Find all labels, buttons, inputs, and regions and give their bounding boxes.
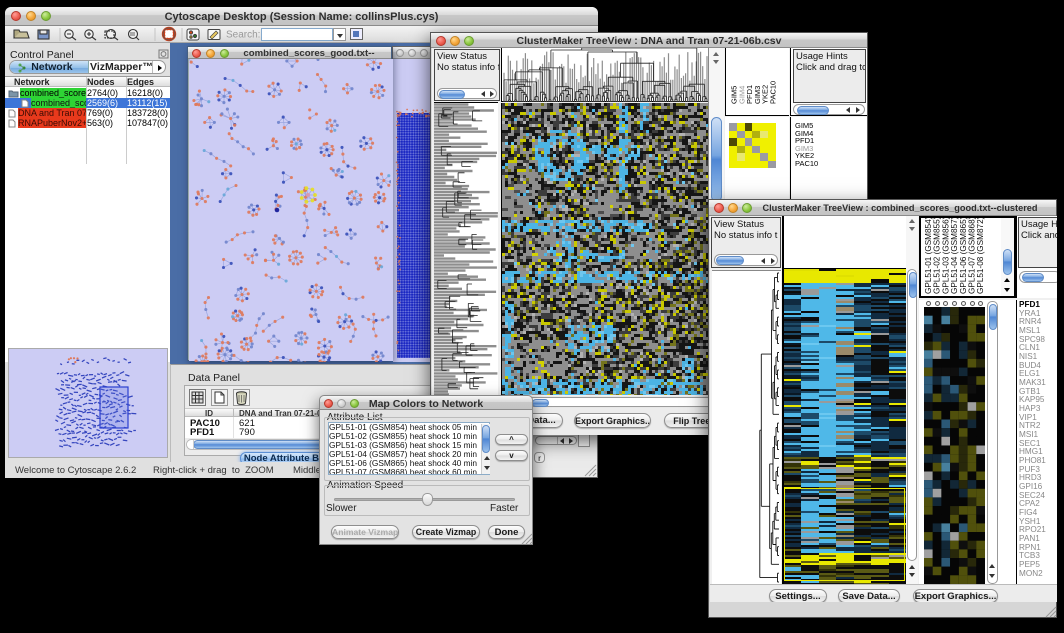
svg-text:GPL51-03 (GSM856): GPL51-03 (GSM856) bbox=[941, 218, 950, 294]
svg-text:GPL51-06 (GSM865): GPL51-06 (GSM865) bbox=[959, 218, 968, 294]
svg-text:GPL51-02 (GSM855): GPL51-02 (GSM855) bbox=[933, 218, 942, 294]
svg-text:GPL51-04 (GSM857): GPL51-04 (GSM857) bbox=[950, 218, 959, 294]
svg-text:PAC10: PAC10 bbox=[769, 81, 778, 104]
svg-text:GPL51-08 (GSM872): GPL51-08 (GSM872) bbox=[976, 218, 985, 294]
svg-text:GPL51-07 (GSM868): GPL51-07 (GSM868) bbox=[968, 218, 977, 294]
svg-text:GPL51-01 (GSM854): GPL51-01 (GSM854) bbox=[924, 218, 933, 294]
svg-text:Search:: Search: bbox=[226, 30, 260, 41]
